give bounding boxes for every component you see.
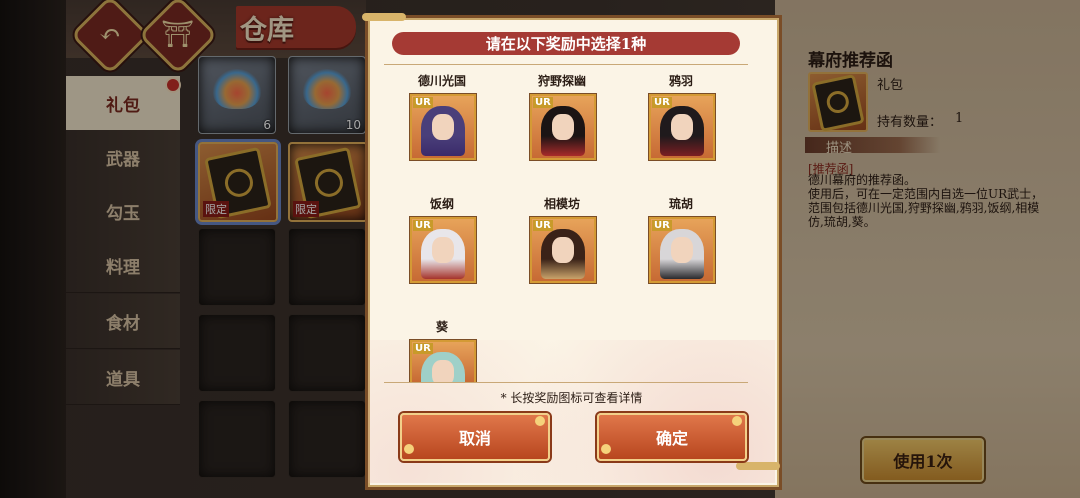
- face: [552, 114, 574, 140]
- rarity-badge: UR: [533, 97, 553, 108]
- long-press-hint: * 长按奖励图标可查看详情: [500, 391, 643, 405]
- reward-name: 琉胡: [668, 197, 693, 211]
- flower-ornament: [535, 416, 545, 426]
- face: [552, 237, 574, 263]
- flower-ornament: [732, 416, 742, 426]
- reward-portrait[interactable]: UR: [649, 94, 715, 160]
- reward-name: 狩野探幽: [537, 74, 586, 88]
- divider: [384, 382, 748, 383]
- rarity-badge: UR: [652, 220, 672, 231]
- confirm-button[interactable]: 确定: [597, 413, 747, 461]
- reward-portrait[interactable]: UR: [530, 217, 596, 283]
- rarity-badge: UR: [413, 343, 433, 354]
- reward-portrait[interactable]: UR: [410, 340, 476, 382]
- reward-name: 饭纲: [429, 197, 454, 211]
- rarity-badge: UR: [413, 220, 433, 231]
- reward-portrait[interactable]: UR: [410, 217, 476, 283]
- reward-name: 德川光国: [417, 74, 466, 88]
- face: [671, 114, 693, 140]
- reward-name: 葵: [435, 320, 448, 334]
- reward-name: 鸦羽: [668, 74, 693, 88]
- reward-name: 相模坊: [543, 197, 580, 211]
- face: [432, 360, 454, 382]
- reward-portrait[interactable]: UR: [649, 217, 715, 283]
- rarity-badge: UR: [533, 220, 553, 231]
- reward-portrait[interactable]: UR: [530, 94, 596, 160]
- scroll-ornament: [362, 13, 406, 21]
- face: [671, 237, 693, 263]
- face: [432, 237, 454, 263]
- rarity-badge: UR: [413, 97, 433, 108]
- confirm-label: 确定: [655, 429, 688, 448]
- flower-ornament: [404, 444, 414, 454]
- rarity-badge: UR: [652, 97, 672, 108]
- dialog-header: 请在以下奖励中选择1种: [392, 32, 740, 55]
- reward-portrait[interactable]: UR: [410, 94, 476, 160]
- face: [432, 114, 454, 140]
- flower-ornament: [601, 444, 611, 454]
- divider: [384, 64, 748, 65]
- scroll-ornament: [736, 462, 780, 470]
- cancel-label: 取消: [458, 429, 491, 448]
- cancel-button[interactable]: 取消: [400, 413, 550, 461]
